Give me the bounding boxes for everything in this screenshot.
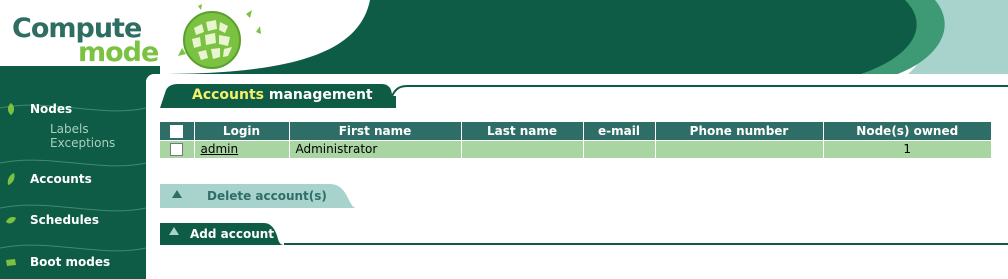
page-title-rest: management: [264, 87, 373, 103]
leaf-icon: [6, 217, 16, 224]
page-title-highlight: Accounts: [192, 87, 265, 103]
logo[interactable]: Compute mode: [12, 14, 182, 70]
table-header-row: Login First name Last name e-mail Phone …: [160, 122, 991, 140]
sidebar-item-schedules[interactable]: Schedules: [0, 210, 146, 230]
arrow-up-icon: [172, 190, 182, 198]
cell-phone: [655, 139, 824, 158]
main-content: Accounts management Login First name Las…: [146, 74, 1008, 279]
sidebar-item-label: Schedules: [30, 213, 99, 227]
globe-logo-icon: [178, 4, 261, 69]
sidebar-subitem-labels[interactable]: Labels: [50, 122, 89, 136]
arrow-up-icon: [169, 227, 179, 235]
cell-nodes-owned: 1: [823, 139, 991, 158]
row-select-cell: [160, 139, 195, 158]
cell-last-name: [461, 139, 584, 158]
accounts-table: Login First name Last name e-mail Phone …: [160, 122, 991, 158]
sidebar-subitem-exceptions[interactable]: Exceptions: [50, 136, 115, 150]
cell-email: [583, 139, 656, 158]
cell-login: admin: [194, 139, 290, 158]
sidebar-item-label: Nodes: [30, 102, 73, 116]
row-checkbox[interactable]: [170, 143, 184, 157]
delete-accounts-button[interactable]: Delete account(s): [160, 184, 356, 208]
delete-accounts-label: Delete account(s): [207, 189, 327, 203]
page-title: Accounts management: [192, 87, 373, 103]
column-header-last-name[interactable]: Last name: [461, 122, 584, 140]
sidebar-item-boot-modes[interactable]: Boot modes: [0, 252, 146, 272]
column-header-email[interactable]: e-mail: [583, 122, 656, 140]
column-header-login[interactable]: Login: [194, 122, 290, 140]
login-link[interactable]: admin: [201, 142, 239, 156]
leaf-icon: [7, 103, 15, 115]
sidebar-item-nodes[interactable]: Nodes: [0, 99, 146, 119]
sidebar: Nodes Labels Exceptions Accounts Schedul…: [0, 68, 146, 279]
leaf-icon: [6, 259, 16, 266]
add-button-shape: [160, 223, 1008, 245]
column-header-nodes-owned[interactable]: Node(s) owned: [823, 122, 991, 140]
column-header-phone[interactable]: Phone number: [655, 122, 824, 140]
cell-first-name: Administrator: [289, 139, 462, 158]
select-all-checkbox[interactable]: [170, 124, 184, 138]
add-account-button[interactable]: Add account: [160, 221, 1008, 245]
table-row: admin Administrator 1: [160, 139, 991, 158]
column-header-first-name[interactable]: First name: [289, 122, 462, 140]
logo-word-mode: mode: [78, 37, 159, 68]
app-root: Compute mode Nodes Labels Exceptions Acc…: [0, 0, 1008, 279]
leaf-icon: [7, 173, 15, 185]
sidebar-item-label: Boot modes: [30, 255, 111, 269]
add-account-label: Add account: [190, 227, 275, 241]
sidebar-item-label: Accounts: [30, 172, 92, 186]
sidebar-item-accounts[interactable]: Accounts: [0, 169, 146, 189]
select-all-cell: [160, 122, 195, 140]
